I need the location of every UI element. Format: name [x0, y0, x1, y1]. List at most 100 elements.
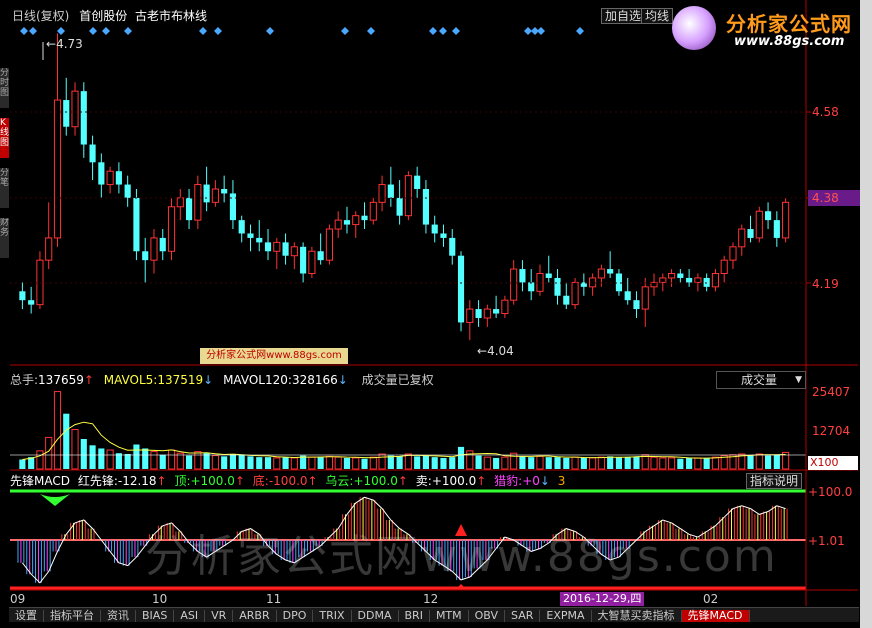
volume-bar-down	[203, 453, 210, 469]
candle-body-up	[659, 277, 667, 283]
volume-bar-up	[404, 453, 412, 470]
volume-bar-down	[256, 457, 263, 469]
tab-16[interactable]: 先锋MACD	[681, 610, 750, 622]
candle-body-down	[63, 100, 70, 127]
volume-bar-down	[493, 457, 500, 469]
volume-bar-down	[80, 438, 87, 469]
candle-body-down	[615, 273, 623, 292]
candle-body-down	[449, 237, 456, 256]
candle-body-up	[510, 268, 518, 301]
candle-body-down	[773, 220, 780, 238]
candle-body-down	[440, 233, 447, 238]
candle-body-down	[133, 197, 140, 252]
volume-bar-down	[686, 457, 693, 469]
candle-body-up	[45, 237, 53, 261]
tab-8[interactable]: TRIX	[313, 610, 352, 622]
volume-bar-up	[510, 452, 518, 470]
volume-bar-down	[133, 444, 140, 469]
candle-body-up	[729, 246, 737, 261]
low-price-label: ←4.04	[477, 344, 514, 358]
add-watchlist-button[interactable]: 加自选	[601, 8, 646, 24]
candle-body-up	[290, 246, 298, 257]
stock-name[interactable]: 首创股份	[79, 9, 127, 23]
candlestick-series	[19, 33, 790, 341]
volume-bar-down	[633, 456, 640, 469]
candle-body-up	[53, 99, 62, 239]
volume-bar-up	[571, 456, 579, 470]
tab-15[interactable]: 大智慧买卖指标	[592, 610, 682, 622]
tab-13[interactable]: SAR	[505, 610, 541, 622]
tab-10[interactable]: BRI	[399, 610, 430, 622]
volume-bar-down	[317, 457, 324, 469]
chevron-down-icon: ▼	[795, 375, 802, 385]
candle-body-down	[247, 233, 254, 238]
volume-bar-up	[167, 449, 176, 470]
candle-body-up	[571, 281, 579, 306]
candle-body-down	[89, 144, 96, 163]
candle-body-up	[378, 184, 386, 203]
vol-unit: X100	[808, 456, 858, 470]
signal-marker	[452, 27, 460, 35]
tab-11[interactable]: MTM	[430, 610, 469, 622]
candle-body-down	[703, 277, 710, 287]
candle-body-down	[686, 277, 693, 283]
indicator-help-button[interactable]: 指标说明	[746, 473, 803, 489]
vol-tick-mid: 12704	[812, 424, 851, 438]
volume-bar-down	[361, 458, 368, 469]
tab-7[interactable]: DPO	[277, 610, 314, 622]
volume-bar-up	[45, 436, 53, 470]
volume-bar-up	[106, 449, 114, 470]
volume-bar-up	[694, 457, 702, 470]
candle-body-down	[221, 189, 228, 194]
volume-bar-up	[650, 456, 658, 470]
volume-bar-down	[528, 457, 535, 469]
candle-body-up	[273, 241, 281, 252]
price-tick-high: 4.58	[812, 105, 839, 119]
tab-6[interactable]: ARBR	[233, 610, 277, 622]
candle-body-down	[317, 251, 324, 261]
side-tab-ticks[interactable]: 分笔	[0, 168, 9, 208]
volume-selector[interactable]: 成交量 ▼	[716, 371, 806, 389]
candle-body-up	[667, 273, 676, 279]
tab-2[interactable]: 资讯	[101, 610, 136, 622]
candle-body-down	[607, 269, 614, 274]
candle-body-down	[396, 197, 403, 216]
volume-bar-down	[63, 413, 70, 469]
macd-legend: 先锋MACD 红先锋:-12.18↑ 顶:+100.0↑ 底:-100.0↑ 乌…	[10, 474, 566, 488]
candle-body-down	[545, 273, 552, 278]
tab-1[interactable]: 指标平台	[44, 610, 101, 622]
signal-marker	[20, 27, 28, 35]
volume-bar-down	[396, 456, 403, 469]
current-price-tag: 4.38	[808, 190, 862, 206]
logo-url: www.88gs.com	[734, 34, 845, 49]
volume-bar-down	[431, 457, 438, 469]
tab-9[interactable]: DDMA	[352, 610, 399, 622]
vertical-scrollbar[interactable]	[860, 0, 872, 628]
signal-marker	[102, 27, 110, 35]
side-tab-kline[interactable]: K线图	[0, 118, 9, 158]
tab-3[interactable]: BIAS	[136, 610, 175, 622]
volume-bar-down	[238, 454, 245, 469]
candle-body-down	[238, 220, 245, 234]
tab-14[interactable]: EXPMA	[540, 610, 592, 622]
tab-12[interactable]: OBV	[469, 610, 506, 622]
volume-bar-down	[229, 453, 237, 469]
tab-0[interactable]: 设置	[9, 610, 44, 622]
volume-bar-down	[545, 457, 552, 469]
candle-body-up	[36, 259, 44, 306]
price-tick-low: 4.19	[812, 277, 839, 291]
volume-bar-down	[457, 446, 465, 469]
volume-bar-up	[589, 457, 597, 470]
tab-4[interactable]: ASI	[174, 610, 206, 622]
volume-bar-down	[142, 448, 149, 469]
volume-bar-down	[414, 456, 421, 469]
candle-body-down	[422, 189, 430, 225]
volume-bar-down	[764, 455, 772, 469]
side-tab-finance[interactable]: 财务	[0, 218, 9, 258]
side-tab-intraday[interactable]: 分时图	[0, 68, 9, 108]
candle-body-down	[431, 224, 438, 234]
volume-bar-up	[711, 456, 720, 470]
volume-bar-down	[773, 454, 780, 469]
candle-body-up	[194, 184, 202, 221]
tab-5[interactable]: VR	[205, 610, 234, 622]
